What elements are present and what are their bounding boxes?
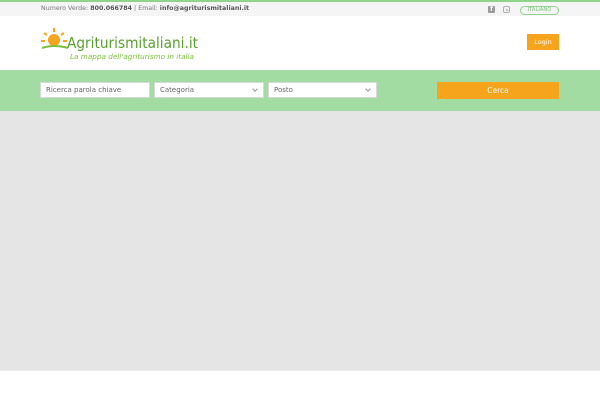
site-logo[interactable]: Agriturismitaliani.it La mappa dell'agri…: [40, 24, 210, 64]
sun-icon: [41, 28, 69, 49]
email-link[interactable]: info@agriturismitaliani.it: [160, 5, 249, 12]
chevron-down-icon: [252, 86, 258, 92]
phone-number[interactable]: 800.066784: [90, 5, 132, 12]
place-select-label: Posto: [274, 86, 293, 94]
email-label: Email:: [138, 5, 158, 12]
footer: [0, 370, 600, 400]
search-bar: Ricerca parola chiave Categoria Posto Ce…: [0, 70, 600, 111]
map-area[interactable]: [0, 111, 600, 370]
instagram-icon[interactable]: [503, 6, 510, 13]
contact-info: Numero Verde: 800.066784 | Email: info@a…: [41, 5, 249, 13]
language-selector[interactable]: ITALIANO: [520, 6, 559, 15]
facebook-icon[interactable]: f: [488, 5, 495, 13]
chevron-down-icon: [365, 86, 371, 92]
top-bar: Numero Verde: 800.066784 | Email: info@a…: [0, 2, 600, 16]
category-select-label: Categoria: [160, 86, 195, 94]
contact-separator: |: [134, 5, 137, 12]
keyword-search-input[interactable]: Ricerca parola chiave: [40, 82, 150, 98]
logo-wordmark: Agriturismitaliani.it: [67, 34, 198, 52]
logo-tagline: La mappa dell'agriturismo in italia: [70, 53, 194, 61]
search-button[interactable]: Cerca: [437, 82, 559, 99]
place-select[interactable]: Posto: [268, 82, 377, 98]
login-button[interactable]: Login: [527, 34, 559, 50]
site-header: Agriturismitaliani.it La mappa dell'agri…: [0, 16, 600, 70]
category-select[interactable]: Categoria: [154, 82, 264, 98]
phone-label: Numero Verde:: [41, 5, 89, 12]
